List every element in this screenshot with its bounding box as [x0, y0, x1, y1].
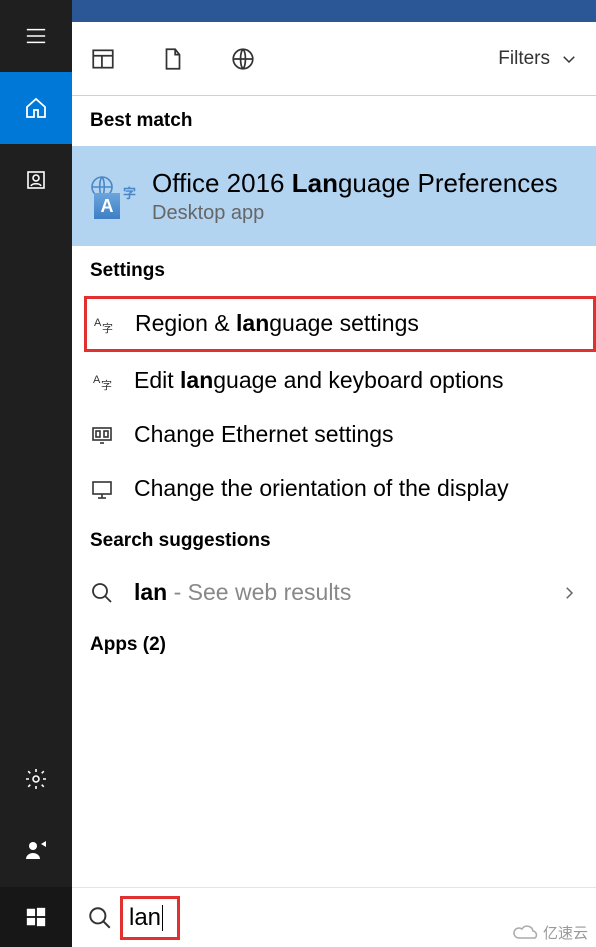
- web-search-suggestion[interactable]: lan - See web results: [72, 566, 596, 620]
- contact-card-button[interactable]: [0, 144, 72, 216]
- language-icon: A字: [90, 369, 114, 393]
- ethernet-icon: [90, 423, 114, 447]
- watermark: 亿速云: [511, 922, 588, 943]
- setting-ethernet[interactable]: Change Ethernet settings: [72, 408, 596, 462]
- web-suggestion-text: lan - See web results: [134, 578, 540, 608]
- language-icon: A字: [91, 312, 115, 336]
- svg-text:字: 字: [102, 321, 113, 335]
- setting-region-language[interactable]: A字 Region & language settings: [84, 296, 596, 352]
- setting-edit-language[interactable]: A字 Edit language and keyboard options: [72, 354, 596, 408]
- best-match-result[interactable]: A 字 Office 2016 Language Preferences Des…: [72, 146, 596, 246]
- display-icon: [90, 477, 114, 501]
- start-button[interactable]: [0, 887, 72, 947]
- best-match-subtitle: Desktop app: [152, 202, 578, 225]
- filters-dropdown[interactable]: Filters: [498, 48, 578, 70]
- home-button[interactable]: [0, 72, 72, 144]
- left-rail: [0, 0, 72, 947]
- setting-title: Change the orientation of the display: [134, 474, 578, 504]
- chevron-right-icon: [560, 584, 578, 602]
- apps-filter-icon[interactable]: [90, 46, 116, 72]
- setting-title: Edit language and keyboard options: [134, 366, 578, 396]
- search-icon: [90, 581, 114, 605]
- search-suggestions-header: Search suggestions: [72, 516, 596, 566]
- search-icon: [80, 905, 120, 931]
- setting-title: Change Ethernet settings: [134, 420, 578, 450]
- office-language-icon: A 字: [90, 175, 132, 217]
- apps-header[interactable]: Apps (2): [72, 620, 596, 670]
- svg-text:A: A: [94, 317, 102, 329]
- search-input[interactable]: lan: [120, 896, 180, 940]
- documents-filter-icon[interactable]: [160, 46, 186, 72]
- chevron-down-icon: [560, 50, 578, 68]
- best-match-header: Best match: [72, 96, 596, 146]
- filter-tabs: Filters: [72, 22, 596, 96]
- settings-header: Settings: [72, 246, 596, 296]
- menu-button[interactable]: [0, 0, 72, 72]
- setting-title: Region & language settings: [135, 309, 575, 339]
- svg-text:字: 字: [101, 378, 112, 392]
- best-match-title: Office 2016 Language Preferences: [152, 167, 578, 201]
- feedback-button[interactable]: [0, 815, 72, 887]
- results-panel: Filters Best match A 字 Office 2016 Langu…: [72, 22, 596, 947]
- filters-label: Filters: [498, 48, 550, 70]
- svg-text:A: A: [93, 374, 101, 386]
- settings-button[interactable]: [0, 743, 72, 815]
- web-filter-icon[interactable]: [230, 46, 256, 72]
- setting-display-orientation[interactable]: Change the orientation of the display: [72, 462, 596, 516]
